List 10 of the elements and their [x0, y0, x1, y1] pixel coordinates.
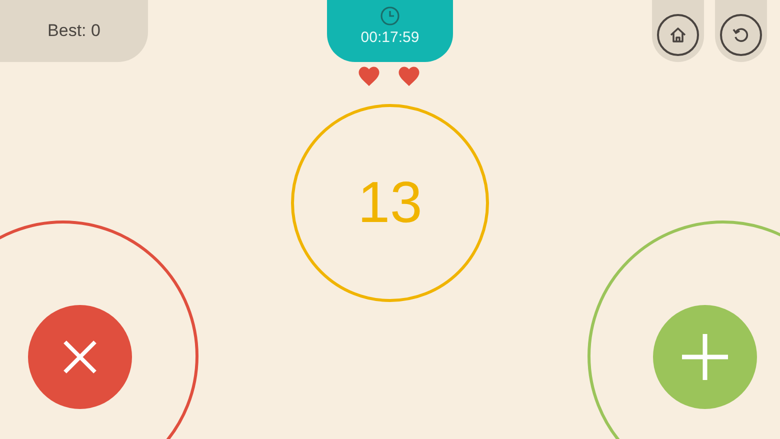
timer-text: 00:17:59 — [360, 30, 420, 45]
clock-icon — [380, 6, 400, 26]
best-score: Best: 0 — [48, 20, 100, 42]
home-button[interactable] — [657, 14, 699, 56]
restart-button[interactable] — [720, 14, 762, 56]
home-icon — [668, 25, 688, 45]
number-text: 13 — [358, 174, 422, 232]
cross-icon — [62, 339, 98, 375]
plus-icon — [682, 334, 728, 380]
restart-icon — [731, 25, 751, 45]
